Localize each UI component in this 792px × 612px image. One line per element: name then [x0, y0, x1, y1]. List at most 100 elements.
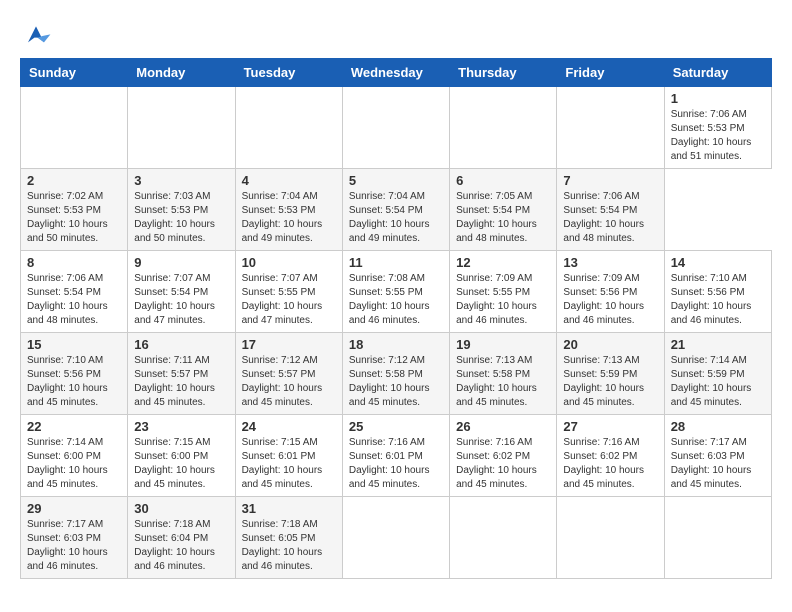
day-info: Sunrise: 7:09 AMSunset: 5:55 PMDaylight:… [456, 272, 550, 328]
day-number: 5 [349, 173, 443, 188]
calendar-day-21: 21 Sunrise: 7:14 AMSunset: 5:59 PMDayligh… [664, 333, 771, 415]
empty-cell [342, 87, 449, 169]
day-number: 9 [134, 255, 228, 270]
day-number: 10 [242, 255, 336, 270]
empty-cell [128, 87, 235, 169]
day-number: 14 [671, 255, 765, 270]
day-number: 21 [671, 337, 765, 352]
calendar-day-8: 8Sunrise: 7:06 AMSunset: 5:54 PMDaylight… [21, 251, 128, 333]
day-info: Sunrise: 7:15 AMSunset: 6:00 PMDaylight:… [134, 436, 228, 492]
day-number: 6 [456, 173, 550, 188]
empty-cell [21, 87, 128, 169]
empty-cell [342, 497, 449, 579]
day-number: 2 [27, 173, 121, 188]
calendar-day-6: 6 Sunrise: 7:05 AMSunset: 5:54 PMDaylight… [450, 169, 557, 251]
calendar-day-25: 25Sunrise: 7:16 AMSunset: 6:01 PMDayligh… [342, 415, 449, 497]
day-info: Sunrise: 7:17 AMSunset: 6:03 PMDaylight:… [671, 436, 765, 492]
day-info: Sunrise: 7:11 AMSunset: 5:57 PMDaylight:… [134, 354, 228, 410]
calendar-day-2: 2 Sunrise: 7:02 AMSunset: 5:53 PMDaylight… [21, 169, 128, 251]
day-info: Sunrise: 7:02 AMSunset: 5:53 PMDaylight:… [27, 190, 121, 246]
calendar-day-12: 12Sunrise: 7:09 AMSunset: 5:55 PMDayligh… [450, 251, 557, 333]
calendar-day-13: 13 Sunrise: 7:09 AMSunset: 5:56 PMDayligh… [557, 251, 664, 333]
day-info: Sunrise: 7:07 AMSunset: 5:55 PMDaylight:… [242, 272, 336, 328]
day-number: 29 [27, 501, 121, 516]
calendar-header-thursday: Thursday [450, 59, 557, 87]
day-number: 31 [242, 501, 336, 516]
calendar-day-23: 23 Sunrise: 7:15 AMSunset: 6:00 PMDayligh… [128, 415, 235, 497]
calendar-day-9: 9 Sunrise: 7:07 AMSunset: 5:54 PMDaylight… [128, 251, 235, 333]
day-info: Sunrise: 7:05 AMSunset: 5:54 PMDaylight:… [456, 190, 550, 246]
day-number: 11 [349, 255, 443, 270]
calendar-header-row: SundayMondayTuesdayWednesdayThursdayFrid… [21, 59, 772, 87]
calendar-day-24: 24 Sunrise: 7:15 AMSunset: 6:01 PMDayligh… [235, 415, 342, 497]
calendar-table: SundayMondayTuesdayWednesdayThursdayFrid… [20, 58, 772, 579]
day-info: Sunrise: 7:14 AMSunset: 5:59 PMDaylight:… [671, 354, 765, 410]
calendar-day-4: 4Sunrise: 7:04 AMSunset: 5:53 PMDaylight… [235, 169, 342, 251]
day-info: Sunrise: 7:17 AMSunset: 6:03 PMDaylight:… [27, 518, 121, 574]
day-info: Sunrise: 7:16 AMSunset: 6:02 PMDaylight:… [563, 436, 657, 492]
calendar-header-saturday: Saturday [664, 59, 771, 87]
logo [20, 20, 56, 48]
empty-cell [235, 87, 342, 169]
empty-cell [557, 87, 664, 169]
day-info: Sunrise: 7:10 AMSunset: 5:56 PMDaylight:… [671, 272, 765, 328]
calendar-day-19: 19Sunrise: 7:13 AMSunset: 5:58 PMDayligh… [450, 333, 557, 415]
day-number: 30 [134, 501, 228, 516]
day-info: Sunrise: 7:08 AMSunset: 5:55 PMDaylight:… [349, 272, 443, 328]
calendar-header-friday: Friday [557, 59, 664, 87]
day-number: 28 [671, 419, 765, 434]
calendar-day-7: 7 Sunrise: 7:06 AMSunset: 5:54 PMDaylight… [557, 169, 664, 251]
calendar-day-31: 31 Sunrise: 7:18 AMSunset: 6:05 PMDayligh… [235, 497, 342, 579]
empty-cell [450, 87, 557, 169]
calendar-day-22: 22Sunrise: 7:14 AMSunset: 6:00 PMDayligh… [21, 415, 128, 497]
calendar-week-3: 8Sunrise: 7:06 AMSunset: 5:54 PMDaylight… [21, 251, 772, 333]
calendar-week-5: 22Sunrise: 7:14 AMSunset: 6:00 PMDayligh… [21, 415, 772, 497]
day-number: 24 [242, 419, 336, 434]
calendar-header-tuesday: Tuesday [235, 59, 342, 87]
day-number: 1 [671, 91, 765, 106]
day-number: 8 [27, 255, 121, 270]
day-info: Sunrise: 7:15 AMSunset: 6:01 PMDaylight:… [242, 436, 336, 492]
calendar-day-18: 18Sunrise: 7:12 AMSunset: 5:58 PMDayligh… [342, 333, 449, 415]
day-info: Sunrise: 7:06 AMSunset: 5:53 PMDaylight:… [671, 108, 765, 164]
day-number: 26 [456, 419, 550, 434]
day-info: Sunrise: 7:13 AMSunset: 5:58 PMDaylight:… [456, 354, 550, 410]
day-number: 7 [563, 173, 657, 188]
calendar-day-20: 20Sunrise: 7:13 AMSunset: 5:59 PMDayligh… [557, 333, 664, 415]
calendar-day-15: 15 Sunrise: 7:10 AMSunset: 5:56 PMDayligh… [21, 333, 128, 415]
day-number: 25 [349, 419, 443, 434]
day-number: 3 [134, 173, 228, 188]
calendar-day-27: 27Sunrise: 7:16 AMSunset: 6:02 PMDayligh… [557, 415, 664, 497]
day-number: 13 [563, 255, 657, 270]
calendar-week-4: 15 Sunrise: 7:10 AMSunset: 5:56 PMDayligh… [21, 333, 772, 415]
day-info: Sunrise: 7:18 AMSunset: 6:04 PMDaylight:… [134, 518, 228, 574]
calendar-day-17: 17 Sunrise: 7:12 AMSunset: 5:57 PMDayligh… [235, 333, 342, 415]
day-info: Sunrise: 7:03 AMSunset: 5:53 PMDaylight:… [134, 190, 228, 246]
empty-cell [557, 497, 664, 579]
empty-cell [664, 497, 771, 579]
day-info: Sunrise: 7:06 AMSunset: 5:54 PMDaylight:… [563, 190, 657, 246]
calendar-week-2: 2 Sunrise: 7:02 AMSunset: 5:53 PMDaylight… [21, 169, 772, 251]
calendar-day-26: 26Sunrise: 7:16 AMSunset: 6:02 PMDayligh… [450, 415, 557, 497]
day-info: Sunrise: 7:14 AMSunset: 6:00 PMDaylight:… [27, 436, 121, 492]
day-info: Sunrise: 7:12 AMSunset: 5:57 PMDaylight:… [242, 354, 336, 410]
calendar-day-30: 30 Sunrise: 7:18 AMSunset: 6:04 PMDayligh… [128, 497, 235, 579]
empty-cell [450, 497, 557, 579]
day-info: Sunrise: 7:10 AMSunset: 5:56 PMDaylight:… [27, 354, 121, 410]
day-info: Sunrise: 7:09 AMSunset: 5:56 PMDaylight:… [563, 272, 657, 328]
day-number: 15 [27, 337, 121, 352]
day-number: 23 [134, 419, 228, 434]
calendar-body: 1 Sunrise: 7:06 AMSunset: 5:53 PMDaylight… [21, 87, 772, 579]
day-info: Sunrise: 7:18 AMSunset: 6:05 PMDaylight:… [242, 518, 336, 574]
day-number: 4 [242, 173, 336, 188]
calendar-week-1: 1 Sunrise: 7:06 AMSunset: 5:53 PMDaylight… [21, 87, 772, 169]
logo-icon [20, 20, 52, 48]
day-info: Sunrise: 7:07 AMSunset: 5:54 PMDaylight:… [134, 272, 228, 328]
day-info: Sunrise: 7:13 AMSunset: 5:59 PMDaylight:… [563, 354, 657, 410]
day-info: Sunrise: 7:12 AMSunset: 5:58 PMDaylight:… [349, 354, 443, 410]
calendar-header-wednesday: Wednesday [342, 59, 449, 87]
calendar-day-29: 29 Sunrise: 7:17 AMSunset: 6:03 PMDayligh… [21, 497, 128, 579]
calendar-day-10: 10 Sunrise: 7:07 AMSunset: 5:55 PMDayligh… [235, 251, 342, 333]
calendar-header-monday: Monday [128, 59, 235, 87]
day-number: 17 [242, 337, 336, 352]
